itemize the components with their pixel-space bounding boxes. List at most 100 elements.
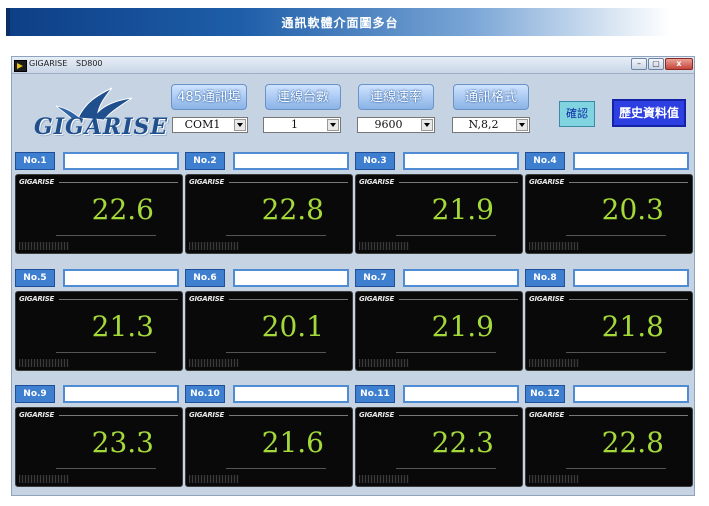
- display-divider: [229, 415, 348, 416]
- chevron-down-icon[interactable]: [421, 119, 433, 131]
- device-number-button[interactable]: No.11: [355, 385, 395, 403]
- display-stripe: [19, 475, 69, 483]
- reading-underline: [56, 235, 156, 236]
- display-stripe: [19, 359, 69, 367]
- display-stripe: [189, 359, 239, 367]
- display-brand: GIGARISE: [19, 295, 54, 303]
- baud-button[interactable]: 連線速率: [358, 84, 434, 110]
- chevron-down-icon[interactable]: [516, 119, 528, 131]
- device-name-field[interactable]: [233, 269, 349, 287]
- reading-underline: [226, 352, 326, 353]
- temperature-reading: 23.3: [91, 426, 154, 459]
- temperature-reading: 22.8: [601, 426, 664, 459]
- display-stripe: [359, 475, 409, 483]
- device-display: GIGARISE 21.9: [355, 174, 523, 254]
- chevron-down-icon[interactable]: [234, 119, 246, 131]
- display-brand: GIGARISE: [189, 295, 224, 303]
- device-number-button[interactable]: No.7: [355, 269, 395, 287]
- port-select-value: COM1: [184, 118, 221, 131]
- confirm-button[interactable]: 確認: [559, 101, 595, 127]
- baud-select[interactable]: 9600: [357, 117, 435, 133]
- display-brand: GIGARISE: [359, 411, 394, 419]
- window-title: GIGARISE: [29, 59, 68, 68]
- device-number-button[interactable]: No.12: [525, 385, 565, 403]
- device-number-button[interactable]: No.10: [185, 385, 225, 403]
- temperature-reading: 20.1: [261, 310, 324, 343]
- display-divider: [399, 299, 518, 300]
- device-panel: No.8 GIGARISE 21.8: [525, 269, 693, 381]
- device-name-field[interactable]: [403, 269, 519, 287]
- device-number-button[interactable]: No.5: [15, 269, 55, 287]
- reading-underline: [396, 468, 496, 469]
- format-select-value: N,8,2: [468, 118, 499, 131]
- display-stripe: [359, 242, 409, 250]
- display-stripe: [529, 242, 579, 250]
- app-window: GIGARISE SD800 – ▢ x GIGARISE 485通訊埠 連線台…: [11, 56, 695, 496]
- device-number-button[interactable]: No.3: [355, 152, 395, 170]
- device-display: GIGARISE 22.8: [525, 407, 693, 487]
- temperature-reading: 21.8: [601, 310, 664, 343]
- temperature-reading: 22.3: [431, 426, 494, 459]
- reading-underline: [56, 468, 156, 469]
- device-panel: No.11 GIGARISE 22.3: [355, 385, 523, 497]
- display-brand: GIGARISE: [19, 178, 54, 186]
- device-number-button[interactable]: No.4: [525, 152, 565, 170]
- units-select[interactable]: 1: [263, 117, 341, 133]
- device-display: GIGARISE 20.1: [185, 291, 353, 371]
- device-name-field[interactable]: [573, 269, 689, 287]
- device-name-field[interactable]: [233, 152, 349, 170]
- display-brand: GIGARISE: [189, 178, 224, 186]
- app-icon: [14, 60, 27, 72]
- reading-underline: [226, 468, 326, 469]
- port-button[interactable]: 485通訊埠: [171, 84, 247, 110]
- device-name-field[interactable]: [233, 385, 349, 403]
- page-banner: 通訊軟體介面圖多台: [6, 8, 670, 36]
- device-display: GIGARISE 22.8: [185, 174, 353, 254]
- device-number-button[interactable]: No.9: [15, 385, 55, 403]
- display-brand: GIGARISE: [529, 178, 564, 186]
- device-number-button[interactable]: No.8: [525, 269, 565, 287]
- reading-underline: [56, 352, 156, 353]
- device-name-field[interactable]: [573, 385, 689, 403]
- chevron-down-icon[interactable]: [327, 119, 339, 131]
- display-brand: GIGARISE: [529, 295, 564, 303]
- minimize-button[interactable]: –: [631, 58, 647, 70]
- display-stripe: [529, 359, 579, 367]
- temperature-reading: 21.9: [431, 193, 494, 226]
- banner-title: 通訊軟體介面圖多台: [281, 16, 399, 30]
- display-stripe: [359, 359, 409, 367]
- reading-underline: [226, 235, 326, 236]
- display-stripe: [529, 475, 579, 483]
- device-display: GIGARISE 23.3: [15, 407, 183, 487]
- display-divider: [569, 299, 688, 300]
- reading-underline: [566, 235, 666, 236]
- device-name-field[interactable]: [63, 385, 179, 403]
- display-brand: GIGARISE: [19, 411, 54, 419]
- device-number-button[interactable]: No.6: [185, 269, 225, 287]
- reading-underline: [566, 468, 666, 469]
- maximize-button[interactable]: ▢: [648, 58, 664, 70]
- device-name-field[interactable]: [63, 269, 179, 287]
- device-name-field[interactable]: [573, 152, 689, 170]
- format-select[interactable]: N,8,2: [452, 117, 530, 133]
- device-panel: No.4 GIGARISE 20.3: [525, 152, 693, 264]
- temperature-reading: 21.9: [431, 310, 494, 343]
- device-name-field[interactable]: [63, 152, 179, 170]
- units-button[interactable]: 連線台數: [265, 84, 341, 110]
- device-name-field[interactable]: [403, 385, 519, 403]
- device-number-button[interactable]: No.2: [185, 152, 225, 170]
- display-brand: GIGARISE: [359, 295, 394, 303]
- display-divider: [59, 299, 178, 300]
- temperature-reading: 20.3: [601, 193, 664, 226]
- device-name-field[interactable]: [403, 152, 519, 170]
- device-panel: No.2 GIGARISE 22.8: [185, 152, 353, 264]
- device-panel: No.7 GIGARISE 21.9: [355, 269, 523, 381]
- port-select[interactable]: COM1: [172, 117, 248, 133]
- display-divider: [229, 182, 348, 183]
- close-button[interactable]: x: [665, 58, 693, 70]
- history-data-button[interactable]: 歷史資料值: [612, 99, 686, 127]
- format-button[interactable]: 通訊格式: [453, 84, 529, 110]
- display-divider: [59, 415, 178, 416]
- device-number-button[interactable]: No.1: [15, 152, 55, 170]
- temperature-reading: 22.6: [91, 193, 154, 226]
